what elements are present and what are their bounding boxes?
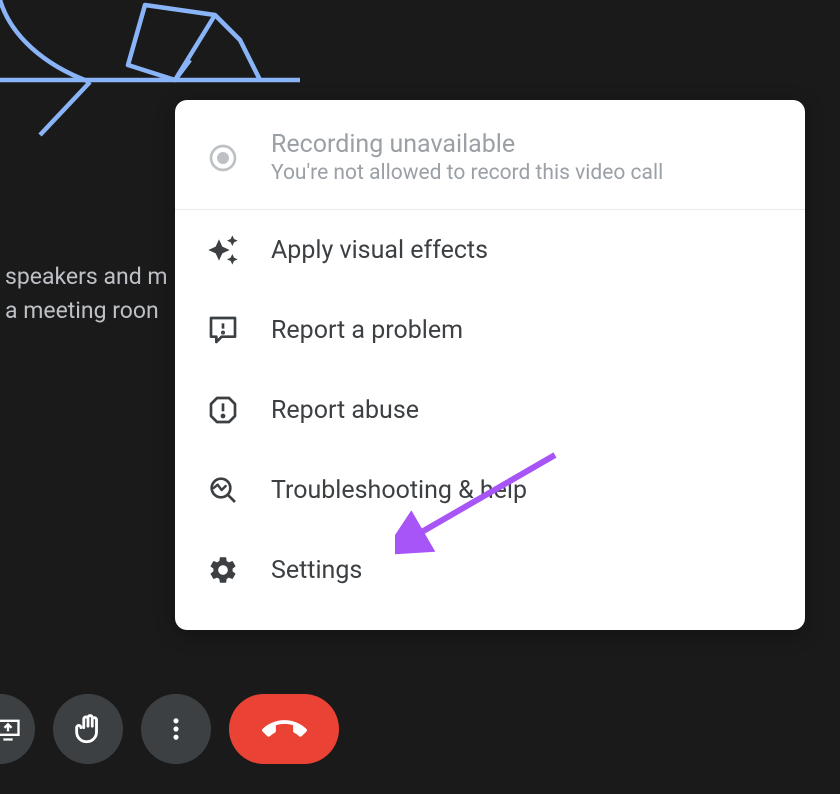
record-icon: [205, 140, 241, 176]
menu-item-label: Report a problem: [271, 316, 463, 345]
bg-text-line2: a meeting roon: [5, 294, 168, 328]
menu-item-report-problem[interactable]: Report a problem: [175, 290, 805, 370]
raise-hand-button[interactable]: [53, 694, 123, 764]
sparkle-icon: [205, 232, 241, 268]
call-toolbar: [0, 694, 339, 764]
bg-text-line1: speakers and m: [5, 260, 168, 294]
background-hint-text: speakers and m a meeting roon: [5, 260, 168, 328]
troubleshoot-icon: [205, 472, 241, 508]
menu-item-label: Troubleshooting & help: [271, 476, 527, 505]
menu-item-label: Settings: [271, 556, 362, 585]
more-options-button[interactable]: [141, 694, 211, 764]
more-options-menu: Recording unavailable You're not allowed…: [175, 100, 805, 630]
gear-icon: [205, 552, 241, 588]
menu-item-troubleshooting[interactable]: Troubleshooting & help: [175, 450, 805, 530]
report-abuse-icon: [205, 392, 241, 428]
menu-item-label: Report abuse: [271, 396, 419, 425]
present-button[interactable]: [0, 694, 35, 764]
menu-item-settings[interactable]: Settings: [175, 530, 805, 610]
recording-unavailable-header: Recording unavailable You're not allowed…: [175, 100, 805, 210]
recording-subtitle: You're not allowed to record this video …: [271, 161, 663, 185]
feedback-icon: [205, 312, 241, 348]
menu-item-report-abuse[interactable]: Report abuse: [175, 370, 805, 450]
recording-title: Recording unavailable: [271, 130, 663, 159]
menu-item-label: Apply visual effects: [271, 236, 488, 265]
end-call-button[interactable]: [229, 694, 339, 764]
menu-item-visual-effects[interactable]: Apply visual effects: [175, 210, 805, 290]
